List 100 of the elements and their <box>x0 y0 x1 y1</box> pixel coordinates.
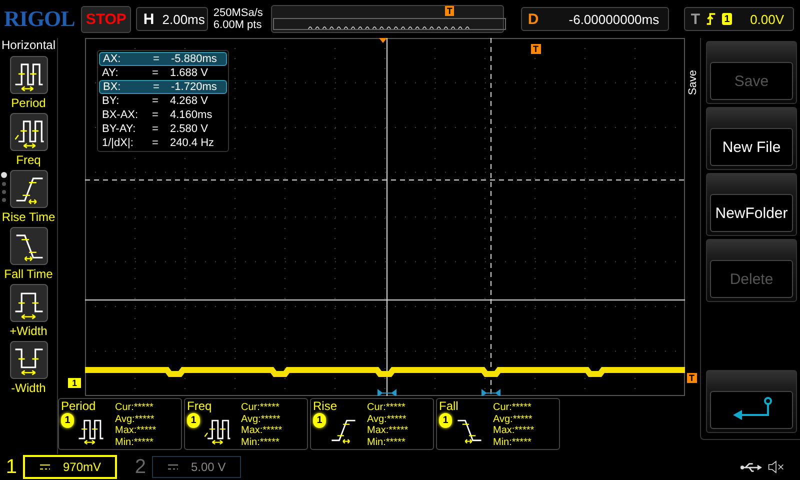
menu-title: Save <box>687 70 699 96</box>
channel-offset-marker[interactable]: 1 <box>68 378 82 388</box>
readout-equals: = <box>152 67 160 79</box>
measure-label: Freq <box>16 152 41 169</box>
measure-label: Fall Time <box>4 266 53 283</box>
page-dot[interactable] <box>2 198 6 202</box>
measurement-stat: Avg:***** <box>367 414 408 425</box>
delay-box[interactable]: D -6.00000000ms <box>520 7 669 31</box>
negative-pulse-icon[interactable] <box>10 341 48 379</box>
readout-value: 240.4 Hz <box>170 137 214 149</box>
measurement-stat: Avg:***** <box>493 414 534 425</box>
channel-badge: 1 <box>439 413 452 428</box>
readout-value: 1.688 V <box>170 67 208 79</box>
readout-label: BY: <box>102 95 120 107</box>
measurement-stat: Max:***** <box>493 425 534 436</box>
trigger-level-marker[interactable]: T <box>687 373 696 383</box>
page-dot[interactable] <box>2 182 6 186</box>
readout-value: 2.580 V <box>170 123 208 135</box>
cursor-line[interactable] <box>490 38 492 396</box>
dc-coupling-icon <box>39 463 52 471</box>
rising-edge-icon <box>706 12 716 26</box>
measurement-stat: Max:***** <box>241 425 282 436</box>
measurement-stat: Cur:***** <box>367 402 406 414</box>
readout-equals: = <box>152 109 160 121</box>
page-dot[interactable] <box>2 190 6 194</box>
channel-scale: 970mV <box>63 460 102 474</box>
measurement-stat: Min:***** <box>367 436 406 448</box>
measurement-name: Period <box>61 400 97 413</box>
trigger-label: T <box>690 10 700 28</box>
measure-label: Rise Time <box>2 209 56 226</box>
measurement-panel[interactable]: Period 1 Cur:***** Avg:***** Max:***** Min:***** <box>58 398 182 450</box>
page-dot[interactable] <box>1 172 7 178</box>
trigger-level: 0.00V <box>750 12 784 26</box>
measurement-stat: Max:***** <box>367 425 408 436</box>
readout-value: -1.720ms <box>171 81 217 93</box>
measurement-stat: Cur:***** <box>241 402 280 414</box>
menu-button[interactable]: New File <box>706 107 797 170</box>
brand-logo: RIGOL <box>4 6 76 32</box>
measurement-stat: Min:***** <box>241 436 280 448</box>
delay-value: -6.00000000ms <box>568 12 660 26</box>
readout-value: 4.268 V <box>170 95 208 107</box>
trigger-box[interactable]: T 1 0.00V <box>684 7 794 31</box>
readout-value: -5.880ms <box>171 53 217 65</box>
readout-label: AX: <box>103 53 122 65</box>
square-wave-icon[interactable] <box>10 113 48 151</box>
measurement-name: Fall <box>439 400 460 413</box>
usb-icon <box>740 462 762 472</box>
measurement-stat: Min:***** <box>493 436 532 448</box>
square-wave-icon[interactable] <box>10 56 48 94</box>
measurement-name: Freq <box>187 400 213 413</box>
measurement-panel[interactable]: Rise 1 Cur:***** Avg:***** Max:***** Min:***** <box>310 398 434 450</box>
dc-coupling-icon <box>167 463 180 471</box>
timebase-label: H <box>143 10 154 28</box>
channel-badge: 1 <box>313 413 326 428</box>
readout-label: 1/|dX|: <box>102 137 134 149</box>
pulse-icon[interactable] <box>10 284 48 322</box>
channel-badge: 1 <box>61 413 74 428</box>
channel-number: 1 <box>6 456 18 478</box>
trigger-position-marker: T <box>444 6 454 16</box>
falling-edge-icon[interactable] <box>10 227 48 265</box>
measurement-stat: Max:***** <box>115 425 156 436</box>
readout-value: 4.160ms <box>170 109 212 121</box>
cursor-marker-icon <box>482 389 500 396</box>
memory-depth: 6.00M pts <box>213 19 263 31</box>
readout-label: BX-AX: <box>102 109 140 121</box>
back-button[interactable] <box>706 370 797 433</box>
measurement-stat: Avg:***** <box>115 414 156 425</box>
measurement-name: Rise <box>313 400 338 413</box>
measurement-stat: Min:***** <box>115 436 154 448</box>
measurement-panel[interactable]: Freq 1 Cur:***** Avg:***** Max:***** Min:***** <box>184 398 308 450</box>
measurement-stat: Avg:***** <box>241 414 282 425</box>
menu-button[interactable]: NewFolder <box>706 173 797 236</box>
readout-equals: = <box>152 123 160 135</box>
measure-label: Period <box>11 95 46 112</box>
readout-label: AY: <box>102 67 120 79</box>
channel-scale: 5.00 V <box>191 460 226 474</box>
measurement-panel[interactable]: Fall 1 Cur:***** Avg:***** Max:***** Min:***** <box>436 398 560 450</box>
sample-rate: 250MSa/s <box>213 7 264 19</box>
measurement-stat: Cur:***** <box>115 402 154 414</box>
delay-label: D <box>528 10 539 28</box>
measurement-stat: Cur:***** <box>493 402 532 414</box>
readout-label: BY-AY: <box>102 123 137 135</box>
readout-equals: = <box>153 53 160 65</box>
measure-label: -Width <box>11 380 46 397</box>
trigger-source: 1 <box>722 13 732 25</box>
cursor-marker-icon <box>378 389 396 396</box>
timebase-box[interactable]: H 2.00ms <box>136 7 208 31</box>
sidebar-title: Horizontal <box>1 38 56 52</box>
run-stop-status[interactable]: STOP <box>80 6 132 32</box>
trigger-time-marker: T <box>531 44 540 54</box>
readout-equals: = <box>152 137 160 149</box>
readout-equals: = <box>153 81 160 93</box>
timebase-value: 2.00ms <box>162 12 205 26</box>
measure-label: +Width <box>10 323 48 340</box>
speaker-muted-icon <box>768 460 784 474</box>
readout-label: BX: <box>103 81 122 93</box>
channel-badge: 1 <box>187 413 200 428</box>
readout-equals: = <box>152 95 160 107</box>
channel-number: 2 <box>135 456 146 478</box>
rising-edge-icon[interactable] <box>10 170 48 208</box>
